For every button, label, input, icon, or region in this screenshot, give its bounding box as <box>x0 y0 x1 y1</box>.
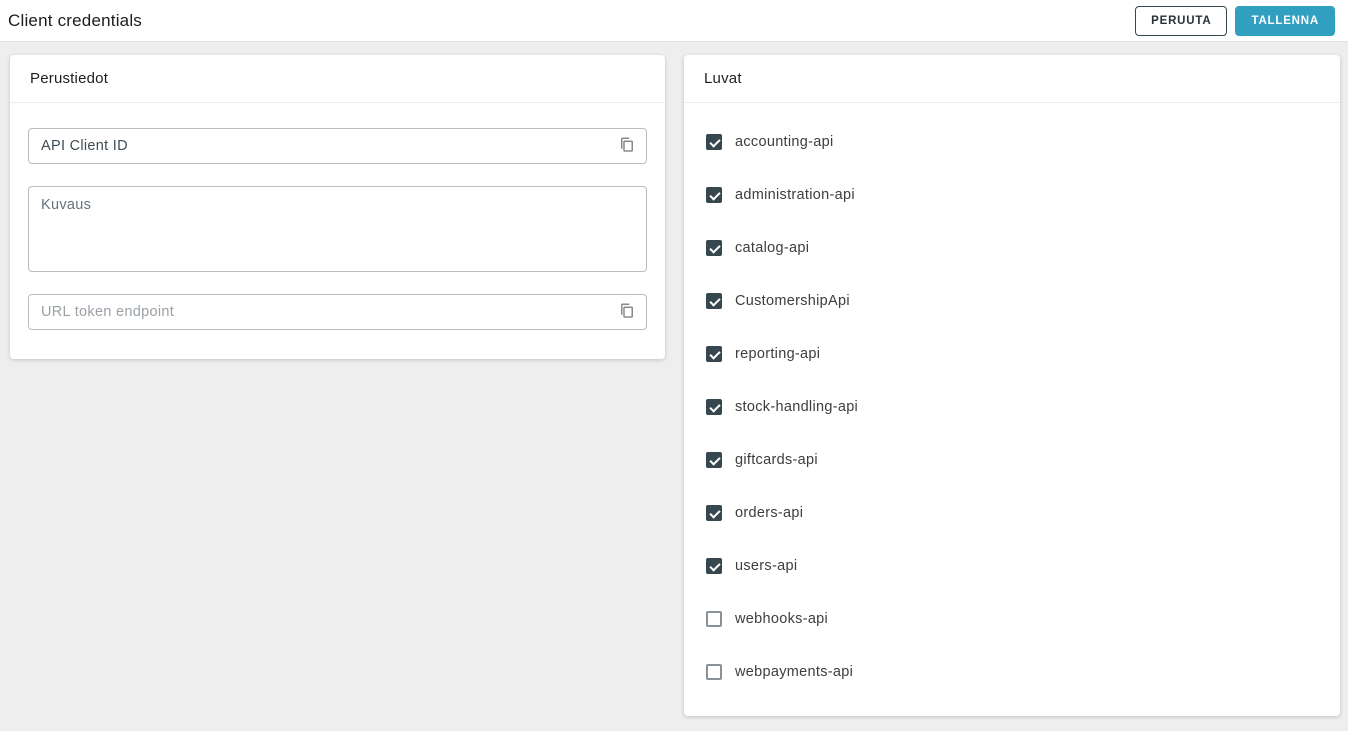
top-bar: Client credentials PERUUTA TALLENNA <box>0 0 1348 42</box>
checkbox-icon[interactable] <box>706 240 722 256</box>
save-button[interactable]: TALLENNA <box>1235 6 1335 36</box>
permission-label: webpayments-api <box>735 664 853 680</box>
content-copy-icon <box>618 136 636 157</box>
permission-checkbox-row[interactable]: stock-handling-api <box>706 380 1318 433</box>
checkbox-icon[interactable] <box>706 505 722 521</box>
permission-label: catalog-api <box>735 240 809 256</box>
permission-checkbox-row[interactable]: users-api <box>706 539 1318 592</box>
description-textarea[interactable] <box>28 186 647 272</box>
permission-label: reporting-api <box>735 346 820 362</box>
client-id-input[interactable] <box>28 128 647 164</box>
permissions-card-title: Luvat <box>684 55 1340 103</box>
permission-label: users-api <box>735 558 797 574</box>
description-field-wrapper <box>28 186 647 272</box>
basic-info-card-title: Perustiedot <box>10 55 665 103</box>
basic-info-card: Perustiedot <box>10 55 665 359</box>
permission-checkbox-row[interactable]: reporting-api <box>706 327 1318 380</box>
permission-checkbox-row[interactable]: CustomershipApi <box>706 274 1318 327</box>
permission-label: stock-handling-api <box>735 399 858 415</box>
permission-label: accounting-api <box>735 134 834 150</box>
permission-checkbox-row[interactable]: orders-api <box>706 486 1318 539</box>
checkbox-icon[interactable] <box>706 293 722 309</box>
permission-checkbox-row[interactable]: giftcards-api <box>706 433 1318 486</box>
checkbox-icon[interactable] <box>706 452 722 468</box>
permission-checkbox-row[interactable]: webhooks-api <box>706 592 1318 645</box>
permission-checkbox-row[interactable]: webpayments-api <box>706 645 1318 698</box>
permission-label: orders-api <box>735 505 803 521</box>
checkbox-icon[interactable] <box>706 399 722 415</box>
permissions-list: accounting-api administration-api catalo… <box>684 103 1340 716</box>
token-url-field-wrapper <box>28 294 647 330</box>
permission-label: giftcards-api <box>735 452 818 468</box>
copy-client-id-button[interactable] <box>614 133 640 159</box>
cancel-button[interactable]: PERUUTA <box>1135 6 1227 36</box>
content-copy-icon <box>618 302 636 323</box>
permission-checkbox-row[interactable]: administration-api <box>706 168 1318 221</box>
token-url-input[interactable] <box>28 294 647 330</box>
permission-checkbox-row[interactable]: accounting-api <box>706 115 1318 168</box>
permission-label: webhooks-api <box>735 611 828 627</box>
permission-label: administration-api <box>735 187 855 203</box>
page-title: Client credentials <box>8 11 1135 31</box>
checkbox-icon[interactable] <box>706 346 722 362</box>
client-id-field-wrapper <box>28 128 647 164</box>
main-content: Perustiedot <box>0 42 1348 716</box>
copy-token-url-button[interactable] <box>614 299 640 325</box>
checkbox-icon[interactable] <box>706 558 722 574</box>
permission-label: CustomershipApi <box>735 293 850 309</box>
checkbox-icon[interactable] <box>706 187 722 203</box>
permissions-card: Luvat accounting-api administration-api … <box>684 55 1340 716</box>
basic-info-body <box>10 103 665 359</box>
permission-checkbox-row[interactable]: catalog-api <box>706 221 1318 274</box>
checkbox-icon[interactable] <box>706 664 722 680</box>
checkbox-icon[interactable] <box>706 134 722 150</box>
top-bar-actions: PERUUTA TALLENNA <box>1135 6 1335 36</box>
checkbox-icon[interactable] <box>706 611 722 627</box>
